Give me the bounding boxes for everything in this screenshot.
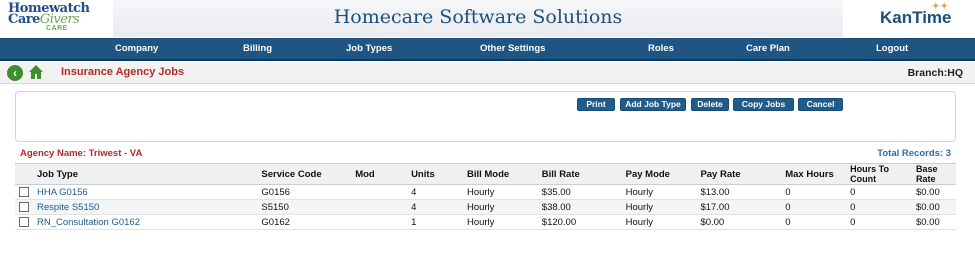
header-hours-to-count[interactable]: Hours To Count — [846, 163, 912, 185]
units-cell: 1 — [407, 214, 463, 230]
mod-cell — [351, 184, 408, 200]
branch-value: HQ — [947, 67, 963, 79]
base-rate-cell: $0.00 — [911, 184, 956, 200]
agency-name: Agency Name: Triwest - VA — [20, 148, 143, 159]
header-mod[interactable]: Mod — [351, 163, 408, 185]
row-checkbox[interactable] — [19, 201, 29, 212]
nav-company[interactable]: Company — [115, 43, 158, 54]
jobs-table: Job Type Service Code Mod Units Bill Mod… — [15, 163, 956, 230]
branch-label: Branch: — [907, 67, 948, 79]
hours-to-count-cell: 0 — [846, 184, 912, 200]
back-arrow-icon[interactable]: ‹ — [7, 65, 23, 81]
units-cell: 4 — [407, 199, 463, 215]
pay-rate-cell: $17.00 — [696, 199, 782, 215]
pay-mode-cell: Hourly — [621, 199, 697, 215]
bill-rate-cell: $38.00 — [537, 199, 622, 215]
job-type-link[interactable]: RN_Consultation G0162 — [37, 217, 140, 228]
sparkle-icon: ✦✦ — [932, 1, 950, 11]
page-subheader: ‹ Insurance Agency Jobs Branch:HQ — [0, 62, 975, 84]
job-type-cell: Respite S5150 — [33, 199, 258, 215]
max-hours-cell: 0 — [781, 214, 847, 230]
max-hours-cell: 0 — [781, 199, 847, 215]
header-pay-mode[interactable]: Pay Mode — [621, 163, 697, 185]
page-title: Insurance Agency Jobs — [61, 66, 185, 78]
bill-mode-cell: Hourly — [462, 184, 538, 200]
logo-line-2: CareGivers — [8, 12, 80, 27]
job-type-link[interactable]: HHA G0156 — [37, 187, 88, 198]
nav-other-settings[interactable]: Other Settings — [480, 43, 545, 54]
service-code-cell: G0162 — [257, 214, 352, 230]
bill-mode-cell: Hourly — [462, 199, 538, 215]
cancel-button[interactable]: Cancel — [798, 98, 843, 111]
action-panel: Print Add Job Type Delete Copy Jobs Canc… — [15, 91, 956, 142]
logo-care-text: Care — [8, 12, 40, 27]
table-header-row: Job Type Service Code Mod Units Bill Mod… — [15, 163, 956, 185]
header-bill-rate[interactable]: Bill Rate — [537, 163, 622, 185]
pay-rate-cell: $0.00 — [696, 214, 782, 230]
row-select-cell — [15, 199, 33, 215]
row-select-cell — [15, 184, 33, 200]
nav-logout[interactable]: Logout — [876, 43, 908, 54]
print-button[interactable]: Print — [577, 98, 615, 111]
header-job-type[interactable]: Job Type — [33, 163, 258, 185]
header-pay-rate[interactable]: Pay Rate — [696, 163, 782, 185]
table-row: Respite S5150 S5150 4 Hourly $38.00 Hour… — [15, 199, 956, 215]
header-bill-mode[interactable]: Bill Mode — [462, 163, 538, 185]
table-row: RN_Consultation G0162 G0162 1 Hourly $12… — [15, 214, 956, 230]
nav-job-types[interactable]: Job Types — [346, 43, 392, 54]
service-code-cell: G0156 — [257, 184, 352, 200]
bill-rate-cell: $35.00 — [537, 184, 622, 200]
hours-to-count-cell: 0 — [846, 214, 912, 230]
logo-line-3: CARE — [46, 25, 68, 32]
header-hours-to-count-line2: Count — [850, 174, 877, 184]
mod-cell — [351, 214, 408, 230]
header-base-rate-line1: Base — [915, 164, 938, 174]
homewatch-caregivers-logo[interactable]: Homewatch CareGivers CARE — [6, 0, 106, 37]
pay-mode-cell: Hourly — [621, 184, 697, 200]
header-service-code[interactable]: Service Code — [257, 163, 352, 185]
copy-jobs-button[interactable]: Copy Jobs — [733, 98, 794, 111]
nav-care-plan[interactable]: Care Plan — [746, 43, 790, 54]
row-select-cell — [15, 214, 33, 230]
total-records: Total Records: 3 — [877, 148, 951, 159]
pay-rate-cell: $13.00 — [696, 184, 782, 200]
header-hours-to-count-line1: Hours To — [850, 164, 889, 174]
pay-mode-cell: Hourly — [621, 214, 697, 230]
job-type-link[interactable]: Respite S5150 — [37, 202, 99, 213]
max-hours-cell: 0 — [781, 184, 847, 200]
add-job-type-button[interactable]: Add Job Type — [620, 98, 686, 111]
branch-indicator: Branch:HQ — [908, 67, 963, 79]
job-type-cell: RN_Consultation G0162 — [33, 214, 258, 230]
home-icon[interactable] — [28, 64, 44, 80]
mod-cell — [351, 199, 408, 215]
header-base-rate[interactable]: Base Rate — [911, 163, 956, 185]
main-nav: Company Billing Job Types Other Settings… — [0, 38, 975, 61]
nav-billing[interactable]: Billing — [243, 43, 272, 54]
units-cell: 4 — [407, 184, 463, 200]
job-type-cell: HHA G0156 — [33, 184, 258, 200]
row-checkbox[interactable] — [19, 216, 29, 227]
header-max-hours[interactable]: Max Hours — [781, 163, 847, 185]
delete-button[interactable]: Delete — [691, 98, 729, 111]
app-header: Homewatch CareGivers CARE Homecare Softw… — [0, 0, 975, 38]
nav-roles[interactable]: Roles — [648, 43, 674, 54]
header-base-rate-line2: Rate — [915, 174, 936, 184]
header-units[interactable]: Units — [407, 163, 463, 185]
bill-mode-cell: Hourly — [462, 214, 538, 230]
bill-rate-cell: $120.00 — [537, 214, 622, 230]
service-code-cell: S5150 — [257, 199, 352, 215]
table-row: HHA G0156 G0156 4 Hourly $35.00 Hourly $… — [15, 184, 956, 200]
kantime-logo[interactable]: KanTime ✦✦ — [880, 1, 952, 28]
base-rate-cell: $0.00 — [911, 214, 956, 230]
header-select — [15, 163, 33, 185]
row-checkbox[interactable] — [19, 186, 29, 197]
app-title: Homecare Software Solutions — [333, 6, 623, 28]
hours-to-count-cell: 0 — [846, 199, 912, 215]
base-rate-cell: $0.00 — [911, 199, 956, 215]
